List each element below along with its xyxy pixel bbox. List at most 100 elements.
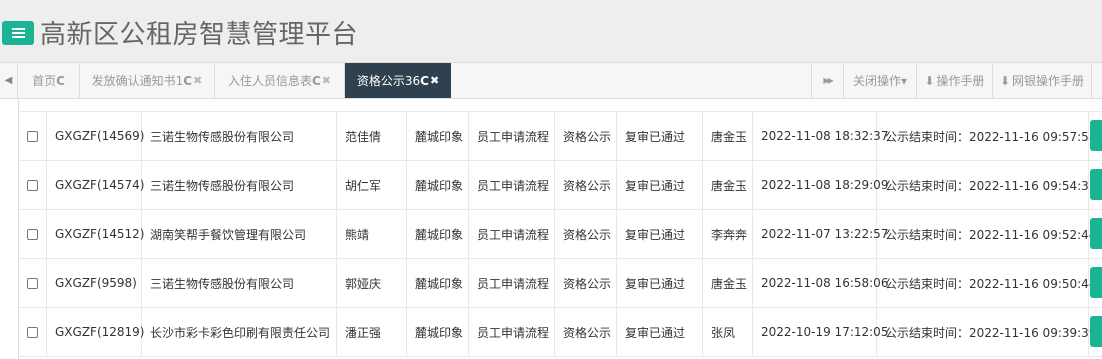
refresh-icon[interactable]: C: [56, 74, 65, 88]
publicity-end-time-cell: 公示结束时间：2022-11-16 09:52:44: [877, 210, 1096, 258]
backward-icon: ◀: [4, 75, 13, 86]
close-operations-label: 关闭操作▾: [852, 74, 908, 88]
applicant-name-cell: 胡仁军: [337, 161, 407, 209]
project-cell: 麓城印象: [407, 210, 469, 258]
menu-toggle-button[interactable]: [2, 21, 34, 45]
company-cell: 三诺生物传感股份有限公司: [142, 112, 337, 160]
select-cell: [19, 259, 47, 307]
tab-label: 入住人员信息表: [227, 74, 312, 88]
row-checkbox[interactable]: [27, 277, 38, 289]
bank-manual-label: 网银操作手册: [1012, 74, 1085, 88]
tab-label: 资格公示36: [356, 74, 421, 88]
table-row: GXGZF(14569) 三诺生物传感股份有限公司 范佳倩 麓城印象 员工申请流程 资格公…: [19, 112, 1102, 161]
handler-cell: 李奔奔: [703, 210, 753, 258]
row-checkbox[interactable]: [27, 179, 38, 191]
status-cell: 复审已通过: [617, 259, 703, 307]
application-id-cell: GXGZF(12819): [47, 308, 144, 356]
row-action-button[interactable]: [1090, 218, 1102, 249]
tab-resident-info[interactable]: 入住人员信息表 C ✖: [215, 63, 345, 98]
status-cell: 复审已通过: [617, 308, 703, 356]
status-cell: 复审已通过: [617, 112, 703, 160]
submit-time-cell: 2022-11-08 18:29:09: [753, 161, 888, 209]
status-cell: 复审已通过: [617, 161, 703, 209]
stage-cell: 资格公示: [555, 161, 617, 209]
top-header: 高新区公租房智慧管理平台: [0, 0, 1102, 62]
publicity-end-time-cell: 公示结束时间：2022-11-16 09:50:44: [877, 259, 1096, 307]
tabs-next-button[interactable]: ▶▶: [811, 63, 843, 98]
tab-label: 首页: [32, 74, 57, 88]
applicant-name-cell: 范佳倩: [337, 112, 407, 160]
submit-time-cell: 2022-11-08 18:32:37: [753, 112, 888, 160]
select-cell: [19, 112, 47, 160]
handler-cell: 张凤: [703, 308, 753, 356]
tab-confirm-notice[interactable]: 发放确认通知书1 C ✖: [80, 63, 215, 98]
tab-label: 发放确认通知书1: [91, 74, 184, 88]
refresh-icon[interactable]: C: [183, 74, 192, 88]
process-cell: 员工申请流程: [469, 308, 555, 356]
handler-cell: 唐金玉: [703, 112, 753, 160]
company-cell: 三诺生物传感股份有限公司: [142, 259, 337, 307]
manual-label: 操作手册: [936, 74, 985, 88]
refresh-icon[interactable]: C: [420, 74, 429, 88]
company-cell: 湖南笑帮手餐饮管理有限公司: [142, 210, 337, 258]
row-action-button[interactable]: [1090, 169, 1102, 200]
process-cell: 员工申请流程: [469, 259, 555, 307]
app-title: 高新区公租房智慧管理平台: [40, 20, 359, 50]
tab-qualification-publicity[interactable]: 资格公示36 C ✖: [345, 63, 451, 98]
process-cell: 员工申请流程: [469, 210, 555, 258]
select-cell: [19, 210, 47, 258]
stage-cell: 资格公示: [555, 308, 617, 356]
row-action-button[interactable]: [1090, 316, 1102, 347]
application-id-cell: GXGZF(14574): [47, 161, 144, 209]
publicity-end-time-cell: 公示结束时间：2022-11-16 09:54:37: [877, 161, 1096, 209]
application-id-cell: GXGZF(14512): [47, 210, 144, 258]
submit-time-cell: 2022-10-19 17:12:05: [753, 308, 888, 356]
handler-cell: 唐金玉: [703, 161, 753, 209]
stage-cell: 资格公示: [555, 210, 617, 258]
bank-manual-button[interactable]: ⬇ 网银操作手册: [992, 63, 1091, 98]
close-icon[interactable]: ✖: [430, 74, 439, 87]
publicity-end-time-cell: 公示结束时间：2022-11-16 09:57:58: [877, 112, 1096, 160]
tab-home[interactable]: 首页 C: [18, 63, 80, 98]
row-action-button[interactable]: [1090, 267, 1102, 298]
table-row: GXGZF(14574) 三诺生物传感股份有限公司 胡仁军 麓城印象 员工申请流程 资格公…: [19, 161, 1102, 210]
submit-time-cell: 2022-11-07 13:22:57: [753, 210, 888, 258]
company-cell: 长沙市彩卡彩色印刷有限责任公司: [142, 308, 337, 356]
applicant-name-cell: 熊靖: [337, 210, 407, 258]
close-icon[interactable]: ✖: [193, 74, 202, 87]
row-action-button[interactable]: [1090, 120, 1102, 151]
table-row-partial: [19, 99, 1102, 112]
close-operations-dropdown[interactable]: 关闭操作▾: [843, 63, 916, 98]
table-row: GXGZF(14512) 湖南笑帮手餐饮管理有限公司 熊靖 麓城印象 员工申请流程 资格公…: [19, 210, 1102, 259]
stage-cell: 资格公示: [555, 112, 617, 160]
project-cell: 麓城印象: [407, 112, 469, 160]
tabs-extra-button[interactable]: [1091, 63, 1102, 98]
manual-button[interactable]: ⬇ 操作手册: [916, 63, 992, 98]
table-row: GXGZF(12819) 长沙市彩卡彩色印刷有限责任公司 潘正强 麓城印象 员工申请流程…: [19, 308, 1102, 357]
download-icon: ⬇: [999, 73, 1011, 88]
process-cell: 员工申请流程: [469, 112, 555, 160]
project-cell: 麓城印象: [407, 259, 469, 307]
table-row: GXGZF(9598) 三诺生物传感股份有限公司 郭娅庆 麓城印象 员工申请流程 资格公示…: [19, 259, 1102, 308]
application-id-cell: GXGZF(14569): [47, 112, 144, 160]
project-cell: 麓城印象: [407, 161, 469, 209]
publicity-table: GXGZF(14569) 三诺生物传感股份有限公司 范佳倩 麓城印象 员工申请流程 资格公…: [18, 99, 1102, 359]
application-id-cell: GXGZF(9598): [47, 259, 142, 307]
refresh-icon[interactable]: C: [312, 74, 321, 88]
select-cell: [19, 308, 47, 356]
row-checkbox[interactable]: [27, 326, 38, 338]
handler-cell: 唐金玉: [703, 259, 753, 307]
project-cell: 麓城印象: [407, 308, 469, 356]
company-cell: 三诺生物传感股份有限公司: [142, 161, 337, 209]
applicant-name-cell: 郭娅庆: [337, 259, 407, 307]
tab-bar: ◀ 首页 C 发放确认通知书1 C ✖ 入住人员信息表 C ✖ 资格公示36 C ✖ ▶▶ 关…: [0, 62, 1102, 99]
stage-cell: 资格公示: [555, 259, 617, 307]
status-cell: 复审已通过: [617, 210, 703, 258]
tabs-prev-button[interactable]: ◀: [0, 63, 18, 98]
row-checkbox[interactable]: [27, 228, 38, 240]
select-cell: [19, 161, 47, 209]
row-checkbox[interactable]: [27, 130, 38, 142]
applicant-name-cell: 潘正强: [337, 308, 407, 356]
close-icon[interactable]: ✖: [322, 74, 331, 87]
publicity-end-time-cell: 公示结束时间：2022-11-16 09:39:39: [877, 308, 1096, 356]
